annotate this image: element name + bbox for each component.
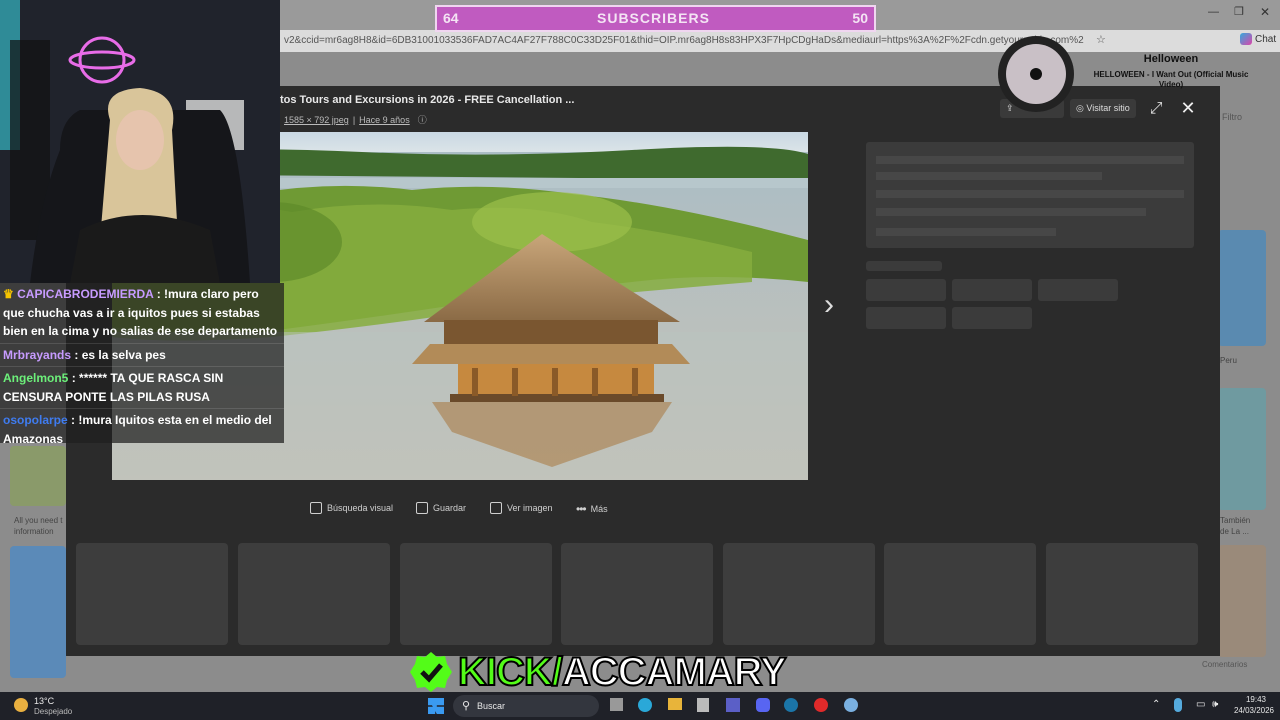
more-dots-icon: ••• bbox=[576, 502, 587, 516]
weather-temp[interactable]: 13°C bbox=[34, 696, 54, 706]
teams-icon[interactable] bbox=[726, 698, 740, 712]
bg-result-image[interactable] bbox=[10, 446, 66, 506]
chat-username: Angelmon5 bbox=[3, 371, 69, 385]
kick-brand: KICK/ bbox=[457, 649, 564, 695]
related-thumb[interactable] bbox=[884, 543, 1036, 645]
related-thumb[interactable] bbox=[238, 543, 390, 645]
related-thumb[interactable] bbox=[1046, 543, 1198, 645]
clock-time[interactable]: 19:43 bbox=[1226, 695, 1266, 704]
info-skeleton-line bbox=[876, 172, 1102, 180]
minimize-button[interactable]: — bbox=[1208, 6, 1219, 18]
subs-goal: 50 bbox=[852, 10, 868, 26]
task-view-icon[interactable] bbox=[610, 698, 623, 711]
maximize-button[interactable]: ❐ bbox=[1234, 5, 1244, 18]
save-button[interactable]: Guardar bbox=[416, 502, 466, 514]
search-placeholder: Buscar bbox=[477, 701, 506, 711]
bg-result-image[interactable] bbox=[10, 546, 66, 678]
next-image-arrow[interactable]: › bbox=[815, 288, 843, 324]
visual-search-button[interactable]: Búsqueda visual bbox=[310, 502, 393, 514]
settings-icon[interactable] bbox=[844, 698, 858, 712]
info-skeleton-line bbox=[876, 156, 1184, 164]
save-label: Guardar bbox=[433, 503, 467, 513]
bg-result-caption: Peru bbox=[1220, 356, 1237, 365]
info-skeleton bbox=[866, 261, 942, 271]
bg-result-image[interactable] bbox=[1218, 545, 1266, 657]
taskbar: 13°C Despejado ⚲ Buscar ⌃ ▭ 🕪 19:43 24/0… bbox=[0, 692, 1280, 720]
kick-channel-name: ACCAMARY bbox=[561, 649, 788, 695]
store-icon[interactable] bbox=[697, 698, 709, 712]
chevron-up-icon[interactable]: ⌃ bbox=[1152, 699, 1160, 710]
more-button[interactable]: ••• Más bbox=[576, 502, 608, 516]
chat-message: osopolarpe : !mura Iquitos esta en el me… bbox=[0, 409, 284, 450]
close-window-button[interactable]: ✕ bbox=[1260, 5, 1270, 19]
more-label: Más bbox=[590, 504, 608, 514]
webcam-overlay bbox=[0, 0, 280, 283]
chat-message: Mrbrayands : es la selva pes bbox=[0, 344, 284, 367]
image-meta: 1585 × 792 jpeg | Hace 9 años ⓘ bbox=[284, 115, 427, 125]
taskbar-search[interactable]: ⚲ Buscar bbox=[453, 695, 599, 717]
bg-result-caption: También bbox=[1220, 516, 1251, 525]
windows-start-icon[interactable] bbox=[428, 698, 444, 714]
weather-desc[interactable]: Despejado bbox=[34, 707, 72, 716]
related-thumb[interactable] bbox=[400, 543, 552, 645]
chat-username: osopolarpe bbox=[3, 413, 68, 427]
vinyl-record-icon bbox=[998, 36, 1074, 112]
related-thumb[interactable] bbox=[723, 543, 875, 645]
monitor-icon[interactable]: ▭ bbox=[1196, 699, 1205, 710]
chip-skeleton bbox=[1038, 279, 1118, 301]
image-title[interactable]: tos Tours and Excursions in 2026 - FREE … bbox=[280, 94, 574, 106]
chat-text: : es la selva pes bbox=[74, 347, 166, 362]
chip-skeleton bbox=[952, 307, 1032, 329]
bg-result-image[interactable] bbox=[1218, 388, 1266, 510]
subs-current: 64 bbox=[443, 10, 459, 26]
weather-icon[interactable] bbox=[14, 698, 28, 712]
chat-username: Mrbrayands bbox=[3, 347, 72, 362]
bg-result-image[interactable] bbox=[1218, 230, 1266, 346]
clock-date[interactable]: 24/03/2026 bbox=[1226, 706, 1274, 715]
edge-icon[interactable] bbox=[638, 698, 652, 712]
chat-message: ♛ CAPICABRODEMIERDA : !mura claro pero q… bbox=[0, 283, 284, 344]
chip-skeleton bbox=[866, 307, 946, 329]
chat-username: CAPICABRODEMIERDA bbox=[17, 287, 154, 301]
chat-message: Angelmon5 : ****** TA QUE RASCA SIN CENS… bbox=[0, 367, 284, 409]
info-skeleton-line bbox=[876, 190, 1184, 198]
steam-icon[interactable] bbox=[784, 698, 798, 712]
streamer-webcam bbox=[0, 0, 280, 283]
visual-search-icon bbox=[310, 502, 322, 514]
speaker-icon[interactable]: 🕪 bbox=[1212, 699, 1218, 710]
chip-skeleton bbox=[952, 279, 1032, 301]
info-skeleton-line bbox=[876, 208, 1146, 216]
info-icon[interactable]: ⓘ bbox=[418, 115, 427, 125]
related-thumb[interactable] bbox=[561, 543, 713, 645]
bg-result-caption: de La ... bbox=[1220, 527, 1249, 536]
discord-icon[interactable] bbox=[756, 698, 770, 712]
stream-chat: ♛ CAPICABRODEMIERDA : !mura claro pero q… bbox=[0, 283, 284, 446]
screen: { "browser": { "url": "v2&ccid=mr6ag8H8&… bbox=[0, 0, 1280, 720]
kick-banner: KICK/ACCAMARY bbox=[410, 648, 788, 696]
obs-icon[interactable] bbox=[814, 698, 828, 712]
related-thumb[interactable] bbox=[76, 543, 228, 645]
visual-search-label: Búsqueda visual bbox=[327, 503, 394, 513]
view-image-label: Ver imagen bbox=[507, 503, 553, 513]
song-title: HELLOWEEN - I Want Out (Official Music V… bbox=[1093, 70, 1249, 89]
save-icon bbox=[416, 502, 428, 514]
comments-link[interactable]: Comentarios bbox=[1202, 660, 1247, 669]
verified-badge-icon bbox=[410, 652, 452, 692]
image-age[interactable]: Hace 9 años bbox=[359, 115, 410, 125]
crown-icon: ♛ bbox=[3, 287, 14, 301]
bg-result-caption: All you need t information bbox=[14, 516, 63, 536]
subscriber-goal-bar: 64 SUBSCRIBERS 50 bbox=[435, 5, 876, 32]
file-explorer-icon[interactable] bbox=[668, 698, 682, 710]
song-artist: Helloween bbox=[1143, 53, 1199, 65]
image-icon bbox=[490, 502, 502, 514]
info-skeleton-line bbox=[876, 228, 1056, 236]
search-icon: ⚲ bbox=[462, 700, 471, 712]
view-image-button[interactable]: Ver imagen bbox=[490, 502, 553, 514]
image-size[interactable]: 1585 × 792 jpeg bbox=[284, 115, 349, 125]
mic-icon[interactable] bbox=[1174, 698, 1182, 712]
subs-label: SUBSCRIBERS bbox=[597, 10, 710, 26]
chip-skeleton bbox=[866, 279, 946, 301]
now-playing-widget: Helloween HELLOWEEN - I Want Out (Offici… bbox=[990, 36, 1280, 118]
